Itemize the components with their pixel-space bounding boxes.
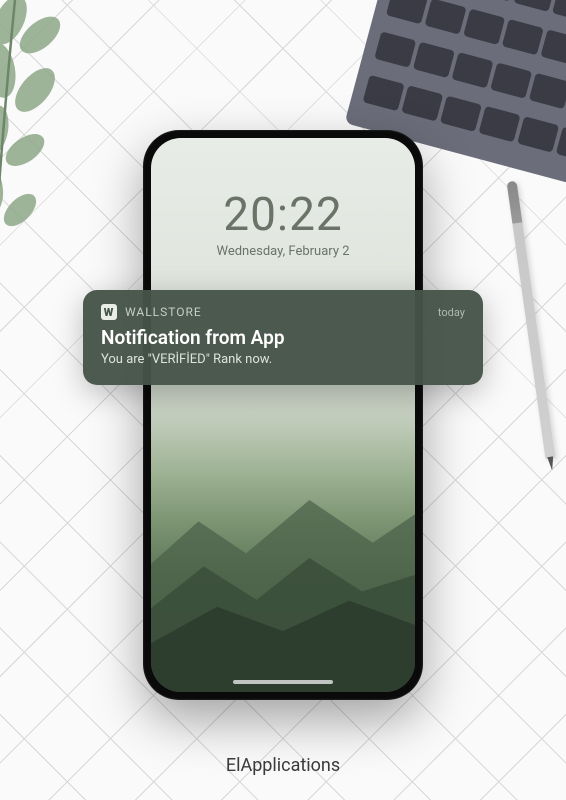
phone-mockup: 20:22 Wednesday, February 2 (143, 130, 423, 700)
clock-time: 20:22 (151, 188, 415, 242)
notification-header: W WALLSTORE today (101, 304, 465, 320)
decorative-leaves (0, 0, 150, 260)
notification-card[interactable]: W WALLSTORE today Notification from App … (83, 290, 483, 385)
clock-date: Wednesday, February 2 (151, 244, 415, 259)
wallpaper-mountains (151, 387, 415, 692)
brand-label: ElApplications (0, 755, 566, 776)
app-name: WALLSTORE (125, 305, 202, 319)
lock-clock: 20:22 Wednesday, February 2 (151, 188, 415, 259)
notification-body: You are "VERİFİED" Rank now. (101, 352, 465, 367)
app-icon: W (101, 304, 117, 320)
lock-screen[interactable]: 20:22 Wednesday, February 2 (151, 138, 415, 692)
notification-title: Notification from App (101, 326, 465, 349)
notification-timestamp: today (438, 306, 465, 319)
home-indicator[interactable] (233, 680, 333, 684)
